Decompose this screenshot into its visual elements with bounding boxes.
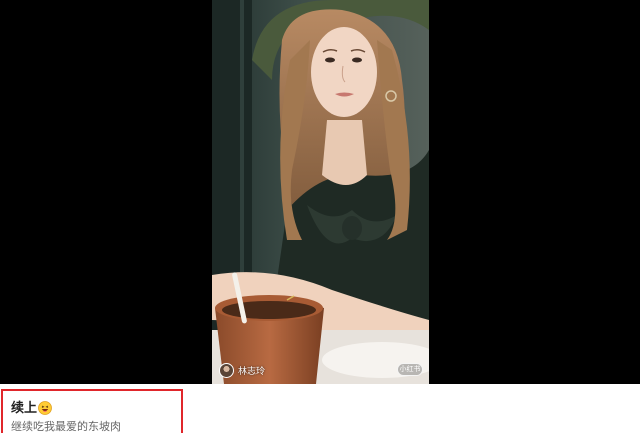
author-avatar[interactable] <box>219 362 234 378</box>
post-title-text: 续上 <box>11 401 38 416</box>
author-name[interactable]: 林志玲 <box>238 364 265 377</box>
post-title: 续上 <box>11 397 52 416</box>
video-stage: 林志玲 小红书 <box>0 0 640 384</box>
platform-badge: 小红书 <box>397 363 423 376</box>
video-frame-image <box>212 0 429 384</box>
platform-badge-label: 小红书 <box>399 365 421 373</box>
author-chip[interactable]: 林志玲 <box>219 361 265 379</box>
highlighted-post: 续上 继续吃我最爱的东坡肉 <box>1 389 183 433</box>
laughing-face-icon <box>38 400 52 415</box>
video-player[interactable] <box>212 0 429 384</box>
post-body-text: 继续吃我最爱的东坡肉 <box>11 420 121 433</box>
